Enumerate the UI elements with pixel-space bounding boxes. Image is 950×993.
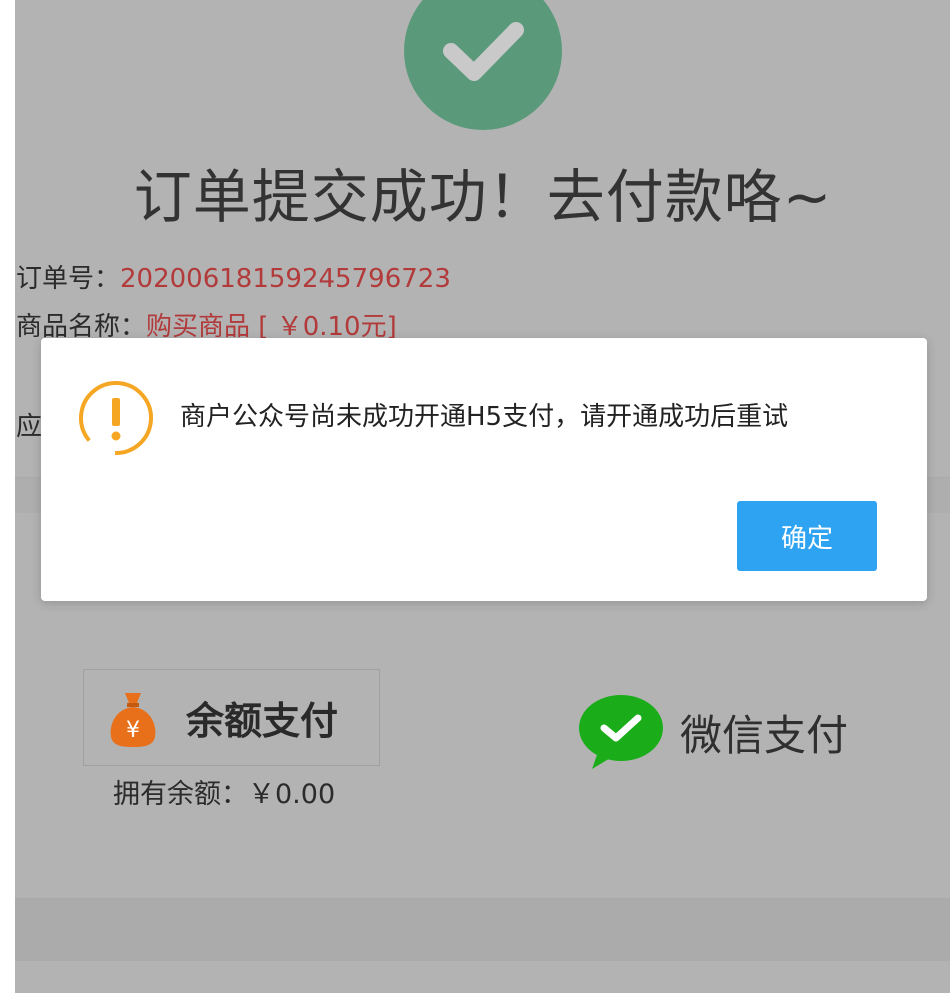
success-check-icon [404,0,562,130]
footer-band [15,899,950,961]
confirm-button[interactable]: 确定 [737,501,877,571]
dialog-message: 商户公众号尚未成功开通H5支付，请开通成功后重试 [180,402,789,432]
alert-dialog: 商户公众号尚未成功开通H5支付，请开通成功后重试 确定 [41,338,927,601]
wechat-pay-option[interactable]: 微信支付 [578,694,848,770]
balance-amount: 拥有余额：￥0.00 [113,779,336,810]
svg-text:¥: ¥ [126,718,140,743]
money-bag-icon: ¥ [110,692,156,747]
order-number: 订单号：20200618159245796723 [16,258,451,295]
order-number-label: 订单号： [16,264,121,294]
wechat-pay-icon [579,695,663,769]
balance-pay-option[interactable]: ¥ 余额支付 [83,669,380,766]
warning-icon [79,381,153,455]
amount-due-label: 应 [16,412,43,442]
payment-page: 订单提交成功！去付款咯~ 订单号：20200618159245796723 商品… [0,0,950,993]
balance-pay-label: 余额支付 [186,699,339,743]
page-title: 订单提交成功！去付款咯~ [133,163,833,231]
left-edge [0,0,15,993]
wechat-pay-label: 微信支付 [680,710,849,760]
order-number-value: 20200618159245796723 [120,264,451,294]
